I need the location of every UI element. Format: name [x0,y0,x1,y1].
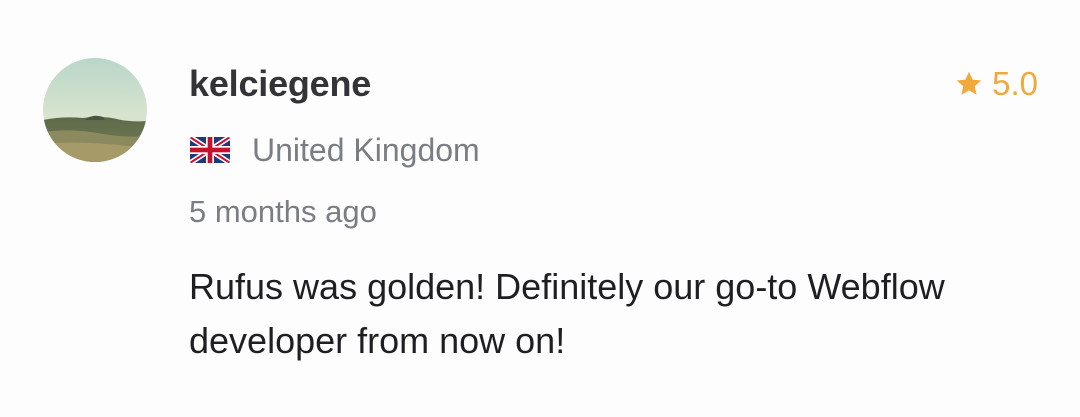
reviewer-country: United Kingdom [190,130,480,170]
rating-value: 5.0 [992,65,1038,102]
review-timestamp: 5 months ago [189,194,377,229]
review-text: Rufus was golden! Definitely our go-to W… [189,266,945,361]
country-name: United Kingdom [252,132,480,168]
avatar[interactable] [43,58,147,162]
review-card: kelciegene 5.0 United Kingdom 5 months a… [0,0,1080,417]
uk-flag-icon [190,137,230,163]
username[interactable]: kelciegene [189,64,371,104]
avatar-image [43,58,147,162]
rating: 5.0 [954,64,1038,104]
star-icon [954,69,984,99]
